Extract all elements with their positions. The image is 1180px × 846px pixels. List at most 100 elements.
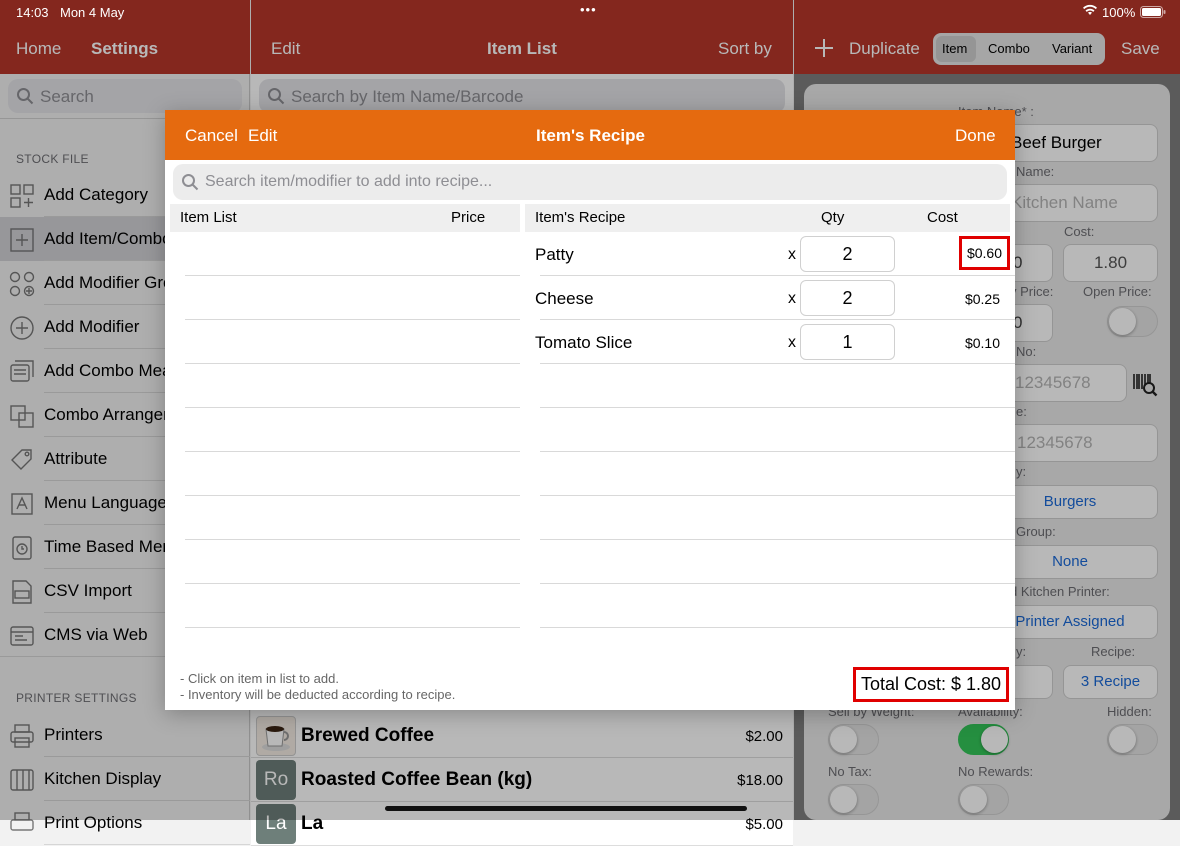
home-button[interactable]: Home: [16, 38, 61, 60]
separator: [44, 844, 250, 845]
sidebar-item-label: Kitchen Display: [44, 769, 162, 788]
recipe-item-cost: $0.25: [964, 291, 1000, 307]
timer-icon: [9, 535, 35, 561]
edit-list-button[interactable]: Edit: [271, 38, 300, 60]
sidebar-item-kitchen-display[interactable]: Kitchen Display: [0, 757, 250, 801]
add-icon[interactable]: [814, 38, 834, 58]
language-icon: [9, 491, 35, 517]
recipe-qty-input[interactable]: 2: [800, 280, 895, 316]
no-tax-toggle[interactable]: [828, 784, 879, 815]
sidebar-item-print-options[interactable]: Print Options: [0, 801, 250, 845]
recipe-label: Recipe:: [1091, 644, 1136, 659]
recipe-search-input[interactable]: Search item/modifier to add into recipe.…: [173, 164, 1007, 200]
sidebar-item-label: Menu Language: [44, 493, 167, 512]
sidebar-item-label: Print Options: [44, 813, 143, 832]
separator: [540, 363, 1015, 364]
status-bar: 14:03 Mon 4 May ••• 100%: [0, 0, 1180, 24]
no-tax-label: No Tax:: [828, 764, 872, 779]
sidebar-item-printers[interactable]: Printers: [0, 713, 250, 757]
item-list-header-label: Item List: [180, 209, 237, 226]
item-price: $2.00: [745, 728, 783, 745]
recipe-item-name: Cheese: [535, 289, 594, 308]
segment-variant[interactable]: Variant: [1052, 41, 1092, 56]
recipe-row[interactable]: Tomato Slice x 1 $0.10: [525, 320, 1015, 364]
sell-by-weight-toggle[interactable]: [828, 724, 879, 755]
printer-settings-section-title: PRINTER SETTINGS: [16, 691, 137, 705]
done-button[interactable]: Done: [955, 126, 996, 146]
recipe-row[interactable]: Cheese x 2 $0.25: [525, 276, 1015, 320]
recipe-item-cost: $0.60: [958, 236, 1010, 270]
item-thumbnail: La: [256, 804, 296, 844]
no-rewards-toggle[interactable]: [958, 784, 1009, 815]
cancel-button[interactable]: Cancel: [185, 126, 238, 146]
modifier-group-icon: [9, 271, 35, 297]
cost-field[interactable]: 1.80: [1063, 244, 1158, 282]
item-list-row-line: [185, 363, 520, 364]
open-price-toggle[interactable]: [1107, 306, 1158, 337]
sidebar-search-input[interactable]: Search: [8, 79, 242, 113]
recipe-search-placeholder: Search item/modifier to add into recipe.…: [205, 173, 493, 190]
plus-square-icon: [9, 227, 35, 253]
availability-toggle[interactable]: [958, 724, 1009, 755]
item-list-row-line: [185, 583, 520, 584]
combo-arrange-icon: [9, 403, 35, 429]
hint-inventory: - Inventory will be deducted according t…: [180, 687, 456, 702]
times-sign: x: [788, 334, 796, 351]
status-time: 14:03: [16, 5, 49, 20]
sidebar-item-label: Attribute: [44, 449, 108, 468]
edit-recipe-button[interactable]: Edit: [248, 126, 277, 146]
sidebar-item-label: Add Modifier: [44, 317, 140, 336]
multitask-dots-icon[interactable]: •••: [580, 2, 597, 17]
recipe-row[interactable]: Patty x 2 $0.60: [525, 232, 1015, 276]
battery-icon: [1140, 6, 1166, 18]
price-label-2: y Price:: [1010, 284, 1054, 299]
open-price-label: Open Price:: [1083, 284, 1152, 299]
recipe-modal-title: Item's Recipe: [536, 126, 645, 145]
recipe-qty-input[interactable]: 2: [800, 236, 895, 272]
combo-meal-icon: [9, 359, 35, 385]
sidebar-item-label: Add Item/Combo: [44, 229, 172, 248]
save-button[interactable]: Save: [1121, 38, 1160, 60]
times-sign: x: [788, 290, 796, 307]
sort-button[interactable]: Sort by: [718, 38, 772, 60]
sidebar-item-label: Printers: [44, 725, 103, 744]
hidden-toggle[interactable]: [1107, 724, 1158, 755]
stock-file-section-title: STOCK FILE: [16, 152, 89, 166]
recipe-button[interactable]: 3 Recipe: [1063, 665, 1158, 699]
item-price: $18.00: [737, 772, 783, 789]
sidebar-item-label: CSV Import: [44, 581, 132, 600]
recipe-modal-header: Cancel Edit Item's Recipe Done: [165, 110, 1015, 160]
item-list-column-header: Item List Price: [170, 204, 520, 232]
item-list-row-line: [185, 495, 520, 496]
item-list-title: Item List: [487, 39, 557, 58]
barcode-scan-icon[interactable]: [1132, 371, 1158, 397]
kitchen-printer-label: d Kitchen Printer:: [1010, 584, 1110, 599]
hidden-label: Hidden:: [1107, 704, 1152, 719]
home-indicator: [385, 806, 747, 811]
add-category-icon: [9, 183, 35, 209]
recipe-item-name: Patty: [535, 245, 574, 264]
item-search-input[interactable]: Search by Item Name/Barcode: [259, 79, 785, 113]
search-icon: [267, 87, 285, 105]
sidebar-search-placeholder: Search: [40, 87, 94, 106]
recipe-row-line: [540, 451, 1015, 452]
modifier-group-label: Group:: [1016, 524, 1056, 539]
recipe-item-cost: $0.10: [964, 335, 1000, 351]
item-list-row[interactable]: Brewed Coffee $2.00: [251, 714, 793, 758]
item-list-row[interactable]: Ro Roasted Coffee Bean (kg) $18.00: [251, 758, 793, 802]
segment-combo[interactable]: Combo: [988, 41, 1030, 56]
item-list-row-line: [185, 539, 520, 540]
recipe-row-line: [540, 627, 1015, 628]
recipe-row-line: [540, 407, 1015, 408]
quantity-label: y:: [1016, 644, 1027, 659]
total-cost: Total Cost: $ 1.80: [853, 667, 1009, 702]
status-date: Mon 4 May: [60, 5, 125, 20]
price-header-label: Price: [451, 209, 486, 226]
coffee-cup-icon: [256, 716, 296, 756]
item-list-row-line: [185, 451, 520, 452]
duplicate-button[interactable]: Duplicate: [849, 38, 920, 60]
times-sign: x: [788, 246, 796, 263]
recipe-qty-input[interactable]: 1: [800, 324, 895, 360]
recipe-modal: Cancel Edit Item's Recipe Done Search it…: [165, 110, 1015, 710]
csv-icon: [9, 579, 35, 605]
